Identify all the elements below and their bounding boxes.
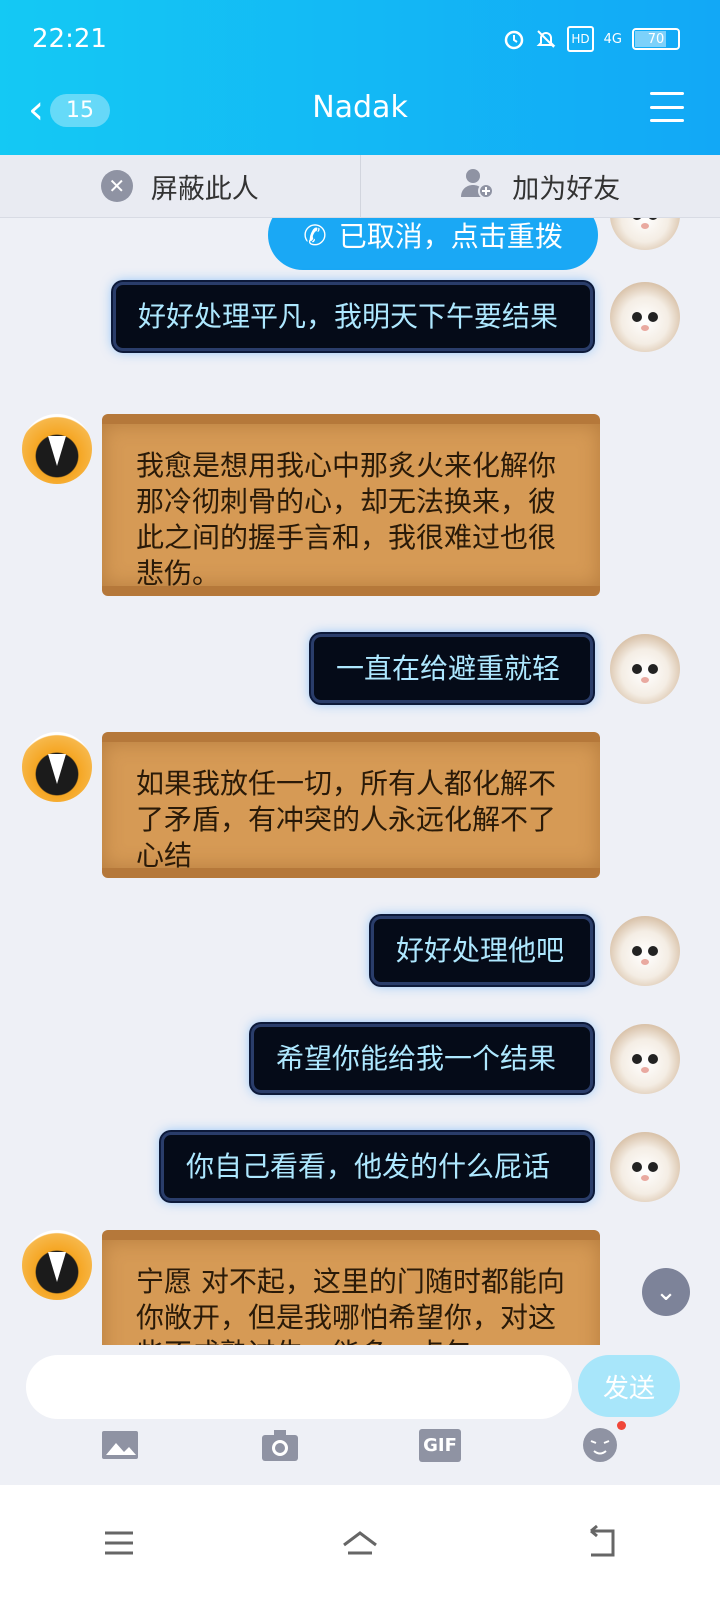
notification-dot xyxy=(617,1421,626,1430)
message-bubble-sent[interactable]: 好好处理平凡，我明天下午要结果 xyxy=(113,282,593,351)
status-time: 22:21 xyxy=(32,24,107,54)
message-bubble-sent[interactable]: 好好处理他吧 xyxy=(371,916,593,985)
recent-apps-icon[interactable] xyxy=(99,1523,139,1563)
message-text: 好好处理平凡，我明天下午要结果 xyxy=(138,300,559,333)
my-avatar[interactable] xyxy=(610,218,680,250)
message-bubble-sent[interactable]: 一直在给避重就轻 xyxy=(311,634,593,703)
gif-icon[interactable]: GIF xyxy=(419,1425,461,1465)
message-text: 希望你能给我一个结果 xyxy=(276,1042,557,1075)
message-bubble-received[interactable]: 我愈是想用我心中那炙火来化解你那冷彻刺骨的心，却无法换来，彼此之间的握手言和，我… xyxy=(102,414,600,596)
add-friend-label: 加为好友 xyxy=(512,173,621,205)
phone-icon: ✆ xyxy=(303,218,327,252)
message-text: 一直在给避重就轻 xyxy=(336,652,561,685)
message-text: 好好处理他吧 xyxy=(396,934,565,967)
camera-icon[interactable] xyxy=(260,1425,300,1465)
my-avatar[interactable] xyxy=(610,1132,680,1202)
gif-label: GIF xyxy=(419,1428,461,1462)
network-4g-icon: 4G xyxy=(603,31,622,47)
call-status-bubble[interactable]: ✆ 已取消，点击重拨 xyxy=(268,218,598,270)
my-avatar[interactable] xyxy=(610,282,680,352)
contact-avatar[interactable] xyxy=(22,1230,92,1300)
scroll-to-bottom-button[interactable]: ⌄ xyxy=(642,1268,690,1316)
emoji-icon[interactable] xyxy=(580,1421,626,1465)
menu-icon-line xyxy=(650,92,684,95)
my-avatar[interactable] xyxy=(610,1024,680,1094)
message-bubble-sent[interactable]: 希望你能给我一个结果 xyxy=(251,1024,593,1093)
message-input[interactable] xyxy=(26,1355,572,1419)
system-nav-bar xyxy=(0,1485,720,1600)
call-status-text: 已取消，点击重拨 xyxy=(338,220,563,253)
my-avatar[interactable] xyxy=(610,634,680,704)
message-bubble-received[interactable]: 如果我放任一切，所有人都化解不了矛盾，有冲突的人永远化解不了心结 xyxy=(102,732,600,878)
block-icon: ✕ xyxy=(100,170,133,202)
message-bubble-sent[interactable]: 你自己看看，他发的什么屁话 xyxy=(161,1132,593,1201)
send-button[interactable]: 发送 xyxy=(578,1355,680,1417)
header-bar: 22:21 HD 4G 70 ‹ 15 Nadak xyxy=(0,0,720,155)
block-user-label: 屏蔽此人 xyxy=(150,173,259,205)
back-nav-icon[interactable] xyxy=(581,1523,621,1563)
input-toolbar: GIF xyxy=(0,1421,720,1465)
block-user-button[interactable]: ✕ 屏蔽此人 xyxy=(0,155,360,217)
contact-avatar[interactable] xyxy=(22,414,92,484)
hd-icon: HD xyxy=(567,26,594,52)
input-bar: 发送 GIF xyxy=(0,1345,720,1485)
chat-title: Nadak xyxy=(312,90,408,125)
message-text: 我愈是想用我心中那炙火来化解你那冷彻刺骨的心，却无法换来，彼此之间的握手言和，我… xyxy=(136,449,557,590)
chevron-down-icon: ⌄ xyxy=(655,1277,677,1307)
my-avatar[interactable] xyxy=(610,916,680,986)
battery-icon: 70 xyxy=(632,28,680,50)
home-icon[interactable] xyxy=(336,1523,384,1563)
message-text: 如果我放任一切，所有人都化解不了矛盾，有冲突的人永远化解不了心结 xyxy=(136,767,557,872)
stranger-action-bar: ✕ 屏蔽此人 加为好友 xyxy=(0,155,720,218)
mute-icon xyxy=(535,28,557,50)
add-friend-icon xyxy=(460,167,495,206)
alarm-icon xyxy=(503,28,525,50)
menu-icon-line xyxy=(650,119,684,122)
add-friend-button[interactable]: 加为好友 xyxy=(359,155,720,217)
chat-message-list[interactable]: ✆ 已取消，点击重拨 好好处理平凡，我明天下午要结果 我愈是想用我心中那炙火来化… xyxy=(0,218,720,1360)
menu-icon-line xyxy=(650,105,684,109)
image-icon[interactable] xyxy=(100,1425,140,1465)
battery-level: 70 xyxy=(647,31,665,47)
menu-button[interactable] xyxy=(650,92,684,122)
contact-avatar[interactable] xyxy=(22,732,92,802)
status-icons: HD 4G 70 xyxy=(503,26,680,52)
message-bubble-received[interactable]: 宁愿 对不起，这里的门随时都能向你敞开，但是我哪怕希望你，对这些不成熟过失，能多… xyxy=(102,1230,600,1360)
message-text: 你自己看看，他发的什么屁话 xyxy=(186,1150,551,1183)
